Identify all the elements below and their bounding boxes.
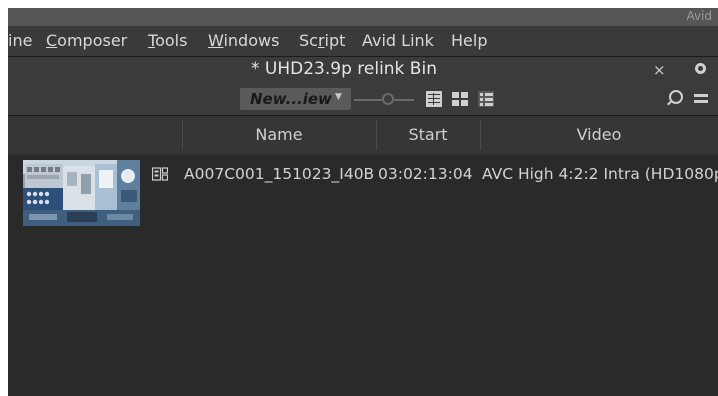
bin-title: * UHD23.9p relink Bin <box>251 59 437 79</box>
settings-icon[interactable] <box>695 63 706 74</box>
menu-item-composer-mnemonic: C <box>46 31 58 50</box>
menu-item-script-mnemonic: r <box>317 31 325 50</box>
app-brand: Avid <box>686 9 712 23</box>
search-icon[interactable] <box>669 90 683 104</box>
menu-item-tools[interactable]: Tools <box>148 31 187 50</box>
menu-item-windows[interactable]: Windows <box>208 31 279 50</box>
menu-item-avid-link[interactable]: Avid Link <box>362 31 434 50</box>
bin-view-select-label: New...iew <box>250 90 332 108</box>
chevron-down-icon: ▼ <box>335 92 342 102</box>
bin-column-headers: Name Start Video <box>8 116 718 154</box>
menu-item-script[interactable]: Script <box>299 31 345 50</box>
menu-item-tools-mnemonic: T <box>148 31 156 50</box>
title-bar: Avid <box>8 8 718 26</box>
bin-table: A007C001_151023_I40B 03:02:13:04 AVC Hig… <box>8 155 718 396</box>
bin-toolbar: New...iew ▼ <box>8 84 718 116</box>
thumbnail-image <box>23 160 140 226</box>
close-icon[interactable]: × <box>653 61 666 79</box>
hamburger-menu-icon[interactable] <box>694 94 708 103</box>
avid-window: Avid ine Composer Tools Windows Script A… <box>8 8 718 396</box>
menu-item-windows-mnemonic: W <box>208 31 224 50</box>
bin-view-select[interactable]: New...iew ▼ <box>240 88 351 110</box>
menu-item-line[interactable]: ine <box>8 31 32 50</box>
menu-bar: ine Composer Tools Windows Script Avid L… <box>8 26 718 56</box>
text-view-icon[interactable] <box>478 91 494 107</box>
frame-view-icon[interactable] <box>426 91 442 107</box>
column-header-name[interactable]: Name <box>182 116 376 154</box>
clip-start: 03:02:13:04 <box>378 165 473 183</box>
menu-item-help[interactable]: Help <box>451 31 487 50</box>
clip-name[interactable]: A007C001_151023_I40B <box>184 165 374 183</box>
slider-handle[interactable] <box>382 93 394 105</box>
script-view-icon[interactable] <box>452 91 468 107</box>
menu-item-composer[interactable]: Composer <box>46 31 127 50</box>
master-clip-icon <box>152 167 168 181</box>
column-header-video[interactable]: Video <box>480 116 718 154</box>
clip-thumbnail[interactable] <box>23 160 140 226</box>
column-header-start[interactable]: Start <box>376 116 480 154</box>
table-row[interactable]: A007C001_151023_I40B 03:02:13:04 AVC Hig… <box>8 155 718 231</box>
clip-video: AVC High 4:2:2 Intra (HD1080p <box>482 165 718 183</box>
